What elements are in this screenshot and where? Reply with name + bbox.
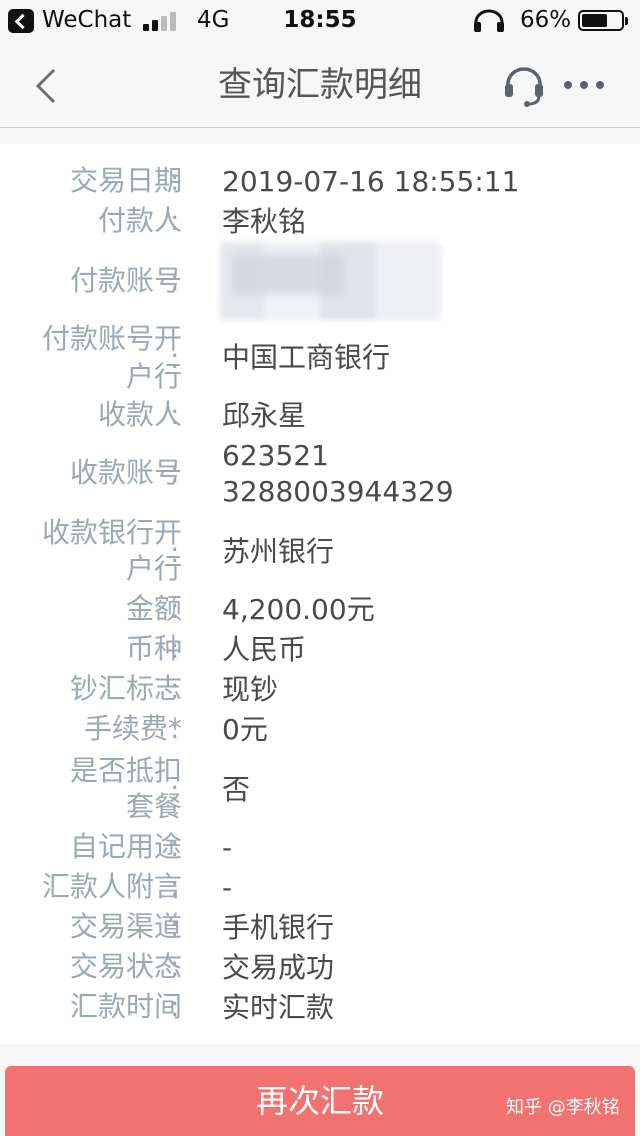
detail-colon: :	[170, 342, 180, 375]
detail-colon: :	[170, 910, 180, 943]
headphone-icon	[474, 9, 504, 32]
remittance-details: 交易日期 : 2019-07-16 18:55:11 付款人 : 李秋铭 付款账…	[0, 144, 640, 1044]
detail-colon: :	[170, 712, 180, 745]
status-bar: WeChat 4G 18:55 66%	[0, 0, 640, 40]
detail-value: -	[222, 871, 233, 904]
detail-label: 付款账号	[69, 264, 182, 297]
more-options-icon[interactable]	[560, 74, 608, 96]
detail-colon: :	[170, 950, 180, 983]
detail-value: 中国工商银行	[222, 341, 391, 374]
battery-percent: 66%	[520, 7, 572, 33]
detail-colon: :	[170, 870, 180, 903]
battery-level	[582, 14, 607, 27]
detail-value: 苏州银行	[222, 535, 335, 568]
detail-label: 是否抵扣	[69, 754, 182, 787]
detail-value: 623521	[222, 439, 329, 472]
detail-label: 交易日期	[69, 164, 182, 197]
detail-colon: :	[170, 536, 180, 569]
detail-value: 否	[222, 773, 251, 806]
detail-colon: :	[170, 164, 180, 197]
nav-bar: 查询汇款明细	[0, 40, 640, 128]
detail-value: 现钞	[222, 673, 279, 706]
detail-colon: :	[170, 672, 180, 705]
detail-label: 汇款人附言	[41, 870, 182, 903]
detail-label: 汇款时间	[69, 990, 182, 1023]
detail-value: 邱永星	[222, 399, 307, 432]
detail-colon: :	[170, 990, 180, 1023]
detail-colon: :	[170, 632, 180, 665]
customer-service-icon[interactable]	[502, 64, 546, 108]
detail-label: 交易渠道	[69, 910, 182, 943]
detail-colon: :	[170, 774, 180, 807]
redacted-account-blur	[232, 254, 342, 294]
detail-colon: :	[170, 204, 180, 237]
battery-icon	[578, 10, 628, 31]
detail-label: 收款银行开	[41, 516, 182, 549]
detail-value: 交易成功	[222, 951, 335, 984]
detail-colon: :	[170, 456, 180, 489]
watermark: 知乎 @李秋铭	[506, 1097, 620, 1118]
detail-colon: :	[170, 398, 180, 431]
detail-label: 交易状态	[69, 950, 182, 983]
detail-label: 钞汇标志	[69, 672, 182, 705]
detail-colon: :	[170, 264, 180, 297]
detail-label: 付款账号开	[41, 322, 182, 355]
detail-value: 4,200.00元	[222, 593, 375, 626]
detail-value: 实时汇款	[222, 991, 335, 1024]
detail-label: 收款账号	[69, 456, 182, 489]
detail-value: 李秋铭	[222, 205, 307, 238]
detail-value: 手机银行	[222, 911, 335, 944]
detail-value: 2019-07-16 18:55:11	[222, 165, 520, 198]
detail-value: 3288003944329	[222, 475, 454, 508]
detail-label: 自记用途	[69, 830, 182, 863]
detail-label: 手续费*	[83, 712, 182, 745]
detail-colon: :	[170, 830, 180, 863]
detail-value: -	[222, 831, 233, 864]
detail-colon: :	[170, 592, 180, 625]
detail-value: 0元	[222, 713, 268, 746]
detail-value: 人民币	[222, 633, 307, 666]
